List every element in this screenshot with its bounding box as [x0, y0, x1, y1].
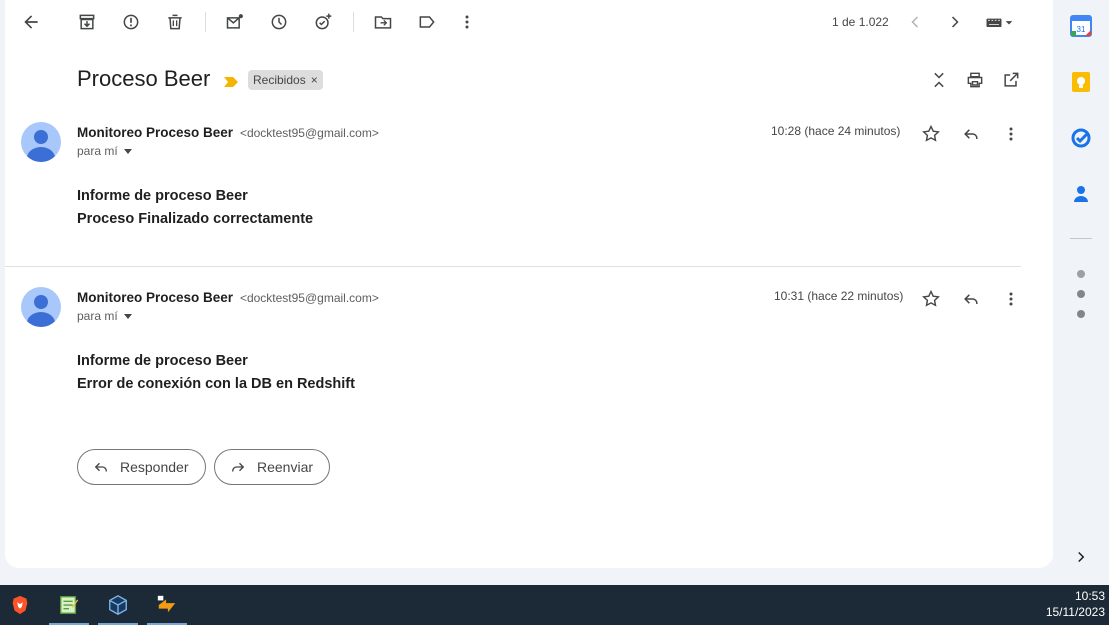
indicator-dot — [1077, 290, 1085, 298]
remove-label-icon[interactable]: × — [311, 73, 318, 87]
chevron-left-icon[interactable] — [903, 10, 927, 34]
recipient-details[interactable]: para mí — [77, 309, 132, 323]
toolbar: 1 de 1.022 — [5, 0, 1053, 44]
body-line: Informe de proceso Beer — [77, 188, 248, 204]
message-body: Informe de proceso Beer Proceso Finaliza… — [77, 185, 313, 231]
toolbar-separator — [353, 12, 354, 32]
body-line: Error de conexión con la DB en Redshift — [77, 376, 355, 392]
more-vert-icon[interactable] — [999, 287, 1023, 311]
star-icon[interactable] — [919, 287, 943, 311]
message-time: 10:28 (hace 24 minutos) — [771, 124, 901, 138]
delete-icon[interactable] — [163, 10, 187, 34]
taskbar: 10:53 15/11/2023 — [0, 585, 1109, 625]
move-to-icon[interactable] — [371, 10, 395, 34]
indicator-dot — [1077, 270, 1085, 278]
forward-button[interactable]: Reenviar — [214, 449, 331, 485]
sender-email: <docktest95@gmail.com> — [239, 126, 379, 140]
print-icon[interactable] — [963, 68, 987, 92]
recipient-text: para mí — [77, 144, 118, 158]
reply-icon[interactable] — [959, 287, 983, 311]
archive-icon[interactable] — [75, 10, 99, 34]
forward-button-label: Reenviar — [257, 459, 314, 475]
importance-marker-icon[interactable] — [224, 74, 238, 92]
body-line: Informe de proceso Beer — [77, 353, 248, 369]
calendar-icon[interactable]: 31 — [1070, 15, 1092, 37]
sender-name[interactable]: Monitoreo Proceso Beer — [77, 125, 233, 140]
indicator-dot — [1077, 310, 1085, 318]
reply-icon[interactable] — [959, 122, 983, 146]
back-icon[interactable] — [19, 10, 43, 34]
chevron-down-icon[interactable] — [123, 148, 132, 154]
pager-count: 1 de 1.022 — [832, 15, 889, 29]
toolbar-separator — [205, 12, 206, 32]
reply-button-label: Responder — [120, 459, 189, 475]
expand-panel-icon[interactable] — [1070, 546, 1092, 568]
message-divider — [5, 266, 1021, 267]
body-line: Proceso Finalizado correctamente — [77, 211, 314, 227]
label-chip-recibidos[interactable]: Recibidos × — [248, 70, 323, 90]
tasks-icon[interactable] — [1070, 127, 1092, 149]
message-time: 10:31 (hace 22 minutos) — [774, 289, 904, 303]
avatar[interactable] — [21, 122, 61, 162]
avatar[interactable] — [21, 287, 61, 327]
virtualbox-icon[interactable] — [98, 585, 138, 625]
collapse-all-icon[interactable] — [927, 68, 951, 92]
add-task-icon[interactable] — [311, 10, 335, 34]
recipient-details[interactable]: para mí — [77, 144, 132, 158]
calendar-day-text: 31 — [1077, 25, 1086, 34]
chevron-right-icon[interactable] — [943, 10, 967, 34]
sender-line: Monitoreo Proceso Beer <docktest95@gmail… — [77, 289, 379, 305]
more-vert-icon[interactable] — [999, 122, 1023, 146]
sublime-dev-icon[interactable] — [147, 585, 187, 625]
page-title: Proceso Beer — [77, 66, 211, 91]
side-panel-divider — [1070, 238, 1092, 239]
message-item: Monitoreo Proceso Beer <docktest95@gmail… — [5, 122, 1053, 272]
chevron-down-icon[interactable] — [123, 313, 132, 319]
label-chip-text: Recibidos — [253, 73, 306, 87]
label-icon[interactable] — [415, 10, 439, 34]
notepad-plus-icon[interactable] — [49, 585, 89, 625]
message-body: Informe de proceso Beer Error de conexió… — [77, 350, 355, 396]
contacts-icon[interactable] — [1070, 183, 1092, 205]
sender-email: <docktest95@gmail.com> — [239, 291, 379, 305]
star-icon[interactable] — [919, 122, 943, 146]
message-item: Monitoreo Proceso Beer <docktest95@gmail… — [5, 287, 1053, 437]
reply-icon — [94, 462, 107, 472]
subject-row: Proceso Beer Recibidos × — [5, 62, 1053, 98]
forward-icon — [232, 462, 245, 472]
report-spam-icon[interactable] — [119, 10, 143, 34]
more-vert-icon[interactable] — [455, 10, 479, 34]
sender-name[interactable]: Monitoreo Proceso Beer — [77, 290, 233, 305]
reply-button[interactable]: Responder — [77, 449, 206, 485]
keep-icon[interactable] — [1070, 71, 1092, 93]
clock-time: 10:53 — [1074, 589, 1105, 603]
snooze-icon[interactable] — [267, 10, 291, 34]
clock-date: 15/11/2023 — [1045, 605, 1105, 619]
open-new-window-icon[interactable] — [999, 68, 1023, 92]
side-panel: 31 — [1053, 0, 1109, 585]
mark-unread-icon[interactable] — [223, 10, 247, 34]
brave-browser-icon[interactable] — [0, 585, 40, 625]
mail-view: 1 de 1.022 Proceso Beer Recibidos × Moni… — [5, 0, 1053, 568]
sender-line: Monitoreo Proceso Beer <docktest95@gmail… — [77, 124, 379, 140]
recipient-text: para mí — [77, 309, 118, 323]
input-tools-icon[interactable] — [981, 10, 1017, 34]
system-clock[interactable]: 10:53 15/11/2023 — [1046, 588, 1105, 620]
